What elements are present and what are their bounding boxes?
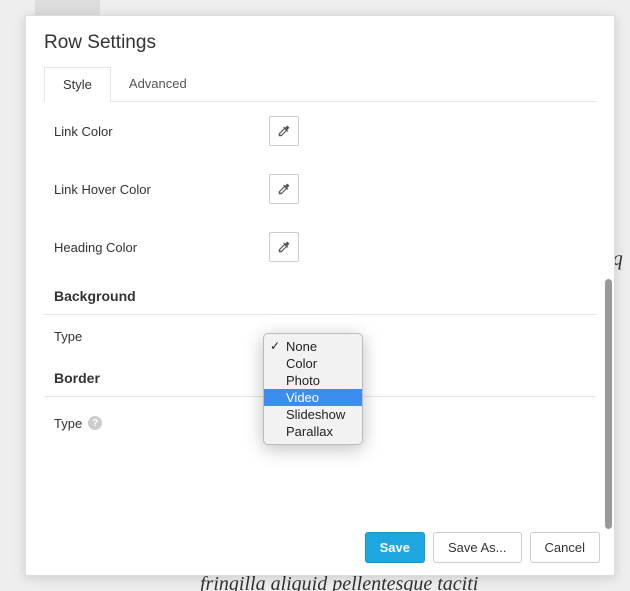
bg-type-dropdown[interactable]: None Color Photo Video Slideshow Paralla…: [263, 333, 363, 445]
field-link-color: Link Color: [44, 102, 596, 160]
modal-body: Style Advanced Link Color Link Hover Col…: [26, 66, 614, 520]
dropdown-option-video[interactable]: Video: [264, 389, 362, 406]
field-link-hover-color: Link Hover Color: [44, 160, 596, 218]
modal-header: Row Settings: [26, 16, 614, 66]
heading-color-picker[interactable]: [269, 232, 299, 262]
scrollbar-thumb[interactable]: [605, 279, 612, 529]
dropdown-option-slideshow[interactable]: Slideshow: [264, 406, 362, 423]
tab-style[interactable]: Style: [44, 67, 111, 102]
modal-footer: Save Save As... Cancel: [26, 520, 614, 575]
help-icon[interactable]: ?: [88, 416, 102, 430]
link-color-picker[interactable]: [269, 116, 299, 146]
cancel-button[interactable]: Cancel: [530, 532, 600, 563]
eyedropper-icon: [277, 240, 291, 254]
label-link-hover-color: Link Hover Color: [54, 182, 269, 197]
label-link-color: Link Color: [54, 124, 269, 139]
label-border-type: Type ?: [54, 416, 269, 431]
section-background: Background: [44, 276, 596, 315]
tab-list: Style Advanced: [44, 66, 596, 102]
save-button[interactable]: Save: [365, 532, 425, 563]
tab-advanced[interactable]: Advanced: [111, 67, 205, 102]
field-bg-type: Type None Color Photo Video Slideshow Pa…: [44, 315, 596, 358]
dropdown-option-photo[interactable]: Photo: [264, 372, 362, 389]
label-bg-type: Type: [54, 329, 269, 344]
dropdown-option-none[interactable]: None: [264, 338, 362, 355]
label-heading-color: Heading Color: [54, 240, 269, 255]
save-as-button[interactable]: Save As...: [433, 532, 522, 563]
row-settings-modal: Row Settings Style Advanced Link Color L…: [25, 15, 615, 576]
modal-title: Row Settings: [44, 32, 596, 54]
eyedropper-icon: [277, 182, 291, 196]
dropdown-option-color[interactable]: Color: [264, 355, 362, 372]
eyedropper-icon: [277, 124, 291, 138]
dropdown-option-parallax[interactable]: Parallax: [264, 423, 362, 440]
label-border-type-text: Type: [54, 416, 82, 431]
field-heading-color: Heading Color: [44, 218, 596, 276]
link-hover-color-picker[interactable]: [269, 174, 299, 204]
